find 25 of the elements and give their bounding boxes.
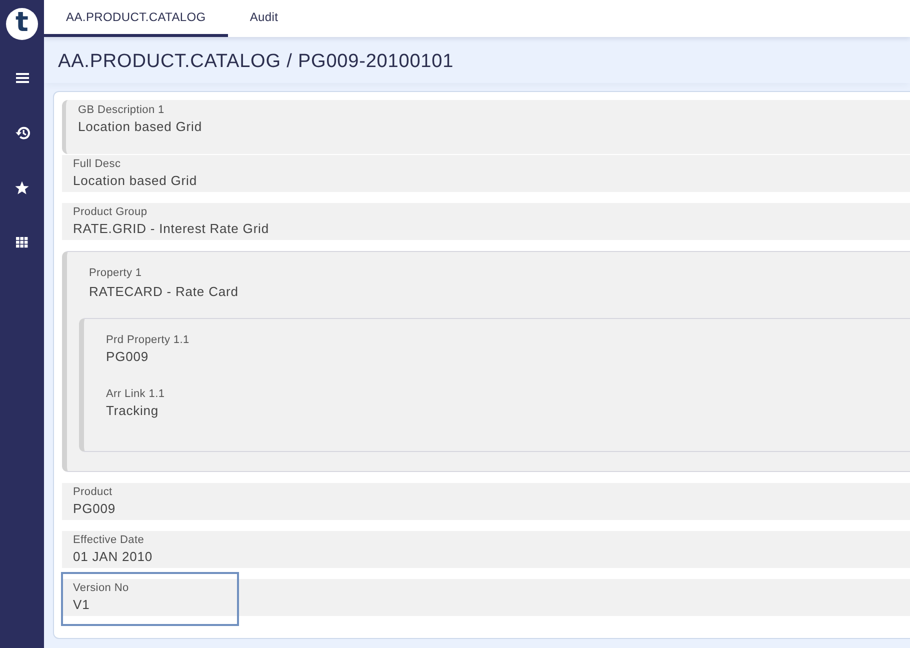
field-label: Product Group [73,206,148,219]
field-value: RATE.GRID - Interest Rate Grid [73,221,269,236]
field-label: Arr Link 1.1 [106,388,165,401]
field-label: Full Desc [73,158,121,171]
field-value: Tracking [106,403,159,418]
app-logo[interactable]: t [6,8,38,40]
grid-icon[interactable] [16,237,28,248]
field-label: Effective Date [73,534,144,547]
field-label: Version No [73,582,129,595]
field-label: Prd Property 1.1 [106,334,190,347]
field-label: Property 1 [89,267,142,280]
field-value: RATECARD - Rate Card [89,284,238,299]
field-value: V1 [73,597,90,612]
field-label: Product [73,486,112,499]
field-value: 01 JAN 2010 [73,549,153,564]
field-value: Location based Grid [73,173,197,188]
star-icon[interactable] [15,180,29,194]
field-label: GB Description 1 [78,104,164,117]
menu-icon[interactable] [16,72,28,82]
page-title: AA.PRODUCT.CATALOG / PG009-20100101 [58,50,454,73]
field-value: PG009 [106,349,148,364]
history-icon[interactable] [14,126,30,140]
field-value: Location based Grid [78,119,202,134]
tab[interactable]: Audit [228,0,300,37]
field-value: PG009 [73,501,116,516]
